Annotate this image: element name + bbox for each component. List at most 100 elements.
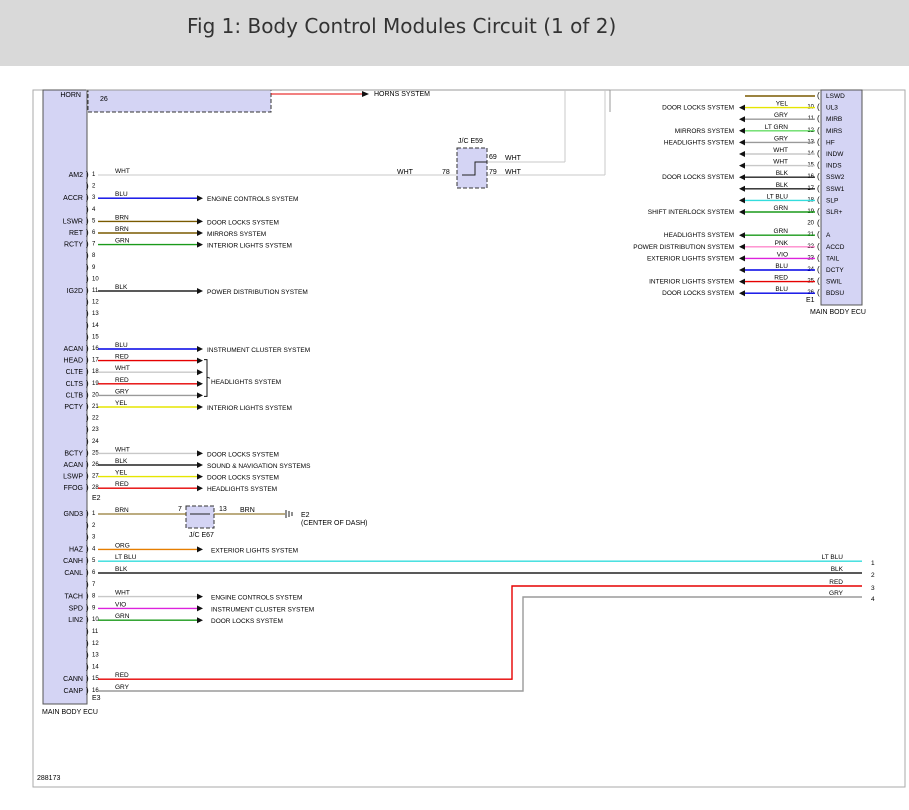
right-arrow	[739, 209, 745, 215]
left-b1-16-arrow	[197, 346, 203, 352]
jc-e59-label: J/C E59	[458, 138, 483, 145]
left-b1-system: DOOR LOCKS SYSTEM	[207, 475, 279, 482]
left-b2-pin-num: 3	[92, 535, 96, 541]
ground-location: (CENTER OF DASH)	[301, 520, 368, 527]
right-wire-color: RED	[774, 275, 788, 282]
right-pin-label: INDW	[826, 151, 844, 158]
left-b2-pin-bracket: )	[86, 592, 89, 601]
left-b1-pin-bracket: )	[86, 228, 89, 237]
right-pin-label: UL3	[826, 105, 838, 112]
left-b1-pin-bracket: )	[86, 448, 89, 457]
left-b1-system: INSTRUMENT CLUSTER SYSTEM	[207, 347, 310, 354]
right-arrow	[739, 185, 745, 192]
left-b2-pin-bracket: )	[86, 580, 89, 589]
right-wire-color: WHT	[773, 159, 788, 166]
left-b2-pin-label: LIN2	[68, 617, 83, 624]
right-pin-bracket: (	[817, 195, 820, 204]
right-system: INTERIOR LIGHTS SYSTEM	[649, 279, 734, 286]
right-pin-bracket: (	[817, 230, 820, 239]
horn-pin-label: HORN	[60, 92, 81, 99]
left-b1-pin-bracket: )	[86, 344, 89, 353]
left-b2-pin-label: CANN	[63, 676, 83, 683]
left-b1-pin-label: IG2D	[67, 288, 83, 295]
left-b1-pin-bracket: )	[86, 367, 89, 376]
left-b1-pin-label: BCTY	[64, 450, 83, 457]
left-b2-pin-num: 7	[92, 582, 96, 588]
left-b1-system: MIRRORS SYSTEM	[207, 231, 266, 238]
jc-e67-label: J/C E67	[189, 532, 214, 539]
left-b1-wire-color: GRY	[115, 388, 130, 395]
right-system: EXTERIOR LIGHTS SYSTEM	[647, 255, 734, 262]
right-pin-num: 20	[807, 221, 814, 227]
left-b1-pin-bracket: )	[86, 356, 89, 365]
left-b2-4-arrow	[197, 546, 203, 553]
right-pin-bracket: (	[817, 126, 820, 135]
left-b1-pin-label: LSWR	[63, 218, 83, 225]
left-b2-pin-bracket: )	[86, 615, 89, 624]
right-system: DOOR LOCKS SYSTEM	[662, 290, 734, 297]
left-b2-pin-bracket: )	[86, 568, 89, 577]
right-pin-label: SLP	[826, 197, 838, 204]
right-wire-color: LT GRN	[765, 124, 789, 131]
left-b1-pin-num: 3	[92, 195, 96, 201]
right-arrow	[739, 116, 745, 123]
right-pin-label: MIRB	[826, 116, 842, 123]
right-pin-bracket: (	[817, 137, 820, 146]
right-arrow	[739, 151, 745, 157]
ground-symbol	[285, 510, 293, 518]
right-arrow	[739, 139, 745, 146]
left-b2-pin-bracket: )	[86, 639, 89, 648]
left-b2-pin-num: 4	[92, 546, 96, 552]
left-b1-wire-color: BRN	[115, 214, 129, 221]
left-b1-pin-num: 7	[92, 242, 96, 248]
left-b2-system: ENGINE CONTROLS SYSTEM	[211, 595, 302, 602]
left-b2-pin-bracket: )	[86, 674, 89, 683]
left-b1-pin-bracket: )	[86, 379, 89, 388]
left-b1-pin-label: ACAN	[64, 462, 83, 469]
left-b1-pin-num: 8	[92, 253, 96, 259]
right-system: DOOR LOCKS SYSTEM	[662, 105, 734, 112]
left-b1-wire-color: WHT	[115, 168, 130, 175]
left-b1-pin-num: 24	[92, 439, 99, 445]
left-b2-pin-num: 11	[92, 629, 99, 635]
right-pin-bracket: (	[817, 277, 820, 286]
left-b1-wire-color: WHT	[115, 365, 130, 372]
left-b1-17-arrow	[197, 357, 203, 364]
right-system: MIRRORS SYSTEM	[675, 128, 734, 135]
left-b1-7-arrow	[197, 241, 203, 248]
jc-e67-out-wire-color: BRN	[240, 507, 255, 514]
left-b1-pin-num: 10	[92, 276, 99, 282]
left-b2-system: INSTRUMENT CLUSTER SYSTEM	[211, 606, 314, 613]
left-b1-wire-color: BLK	[115, 458, 128, 465]
left-b1-pin-label: ACAN	[64, 346, 83, 353]
left-b1-pin-bracket: )	[86, 321, 89, 330]
right-arrow	[739, 243, 745, 250]
horn-pin-number: 26	[100, 96, 108, 103]
left-b1-pin-bracket: )	[86, 472, 89, 481]
left-b1-wire-color: RED	[115, 377, 129, 384]
left-b2-pin-bracket: )	[86, 627, 89, 636]
left-b1-pin-bracket: )	[86, 274, 89, 283]
right-wire-color: GRN	[774, 205, 789, 212]
left-b1-27-arrow	[197, 473, 203, 480]
left-b1-5-arrow	[197, 218, 203, 225]
left-b1-pin-bracket: )	[86, 286, 89, 295]
right-pin-label: DCTY	[826, 267, 844, 274]
right-arrow	[739, 162, 745, 169]
left-b2-pin-label: TACH	[64, 594, 83, 601]
jc-e59-out-wire-2: WHT	[505, 169, 522, 176]
left-b2-wire-color: GRN	[115, 613, 130, 620]
right-pin-label: SSW2	[826, 174, 845, 181]
left-b2-wire-color: WHT	[115, 590, 130, 597]
left-b1-3-arrow	[197, 195, 203, 202]
left-b1-wire-color: YEL	[115, 470, 128, 477]
left-b1-pin-bracket: )	[86, 263, 89, 272]
left-b2-pin-label: CANL	[64, 570, 83, 577]
right-arrow	[739, 174, 745, 181]
left-b1-system: ENGINE CONTROLS SYSTEM	[207, 196, 298, 203]
left-b1-pin-bracket: )	[86, 309, 89, 318]
right-wire-color: PNK	[775, 240, 789, 247]
right-arrow	[739, 232, 745, 239]
left-b1-11-arrow	[197, 288, 203, 294]
left-b1-pin-label: PCTY	[64, 404, 83, 411]
